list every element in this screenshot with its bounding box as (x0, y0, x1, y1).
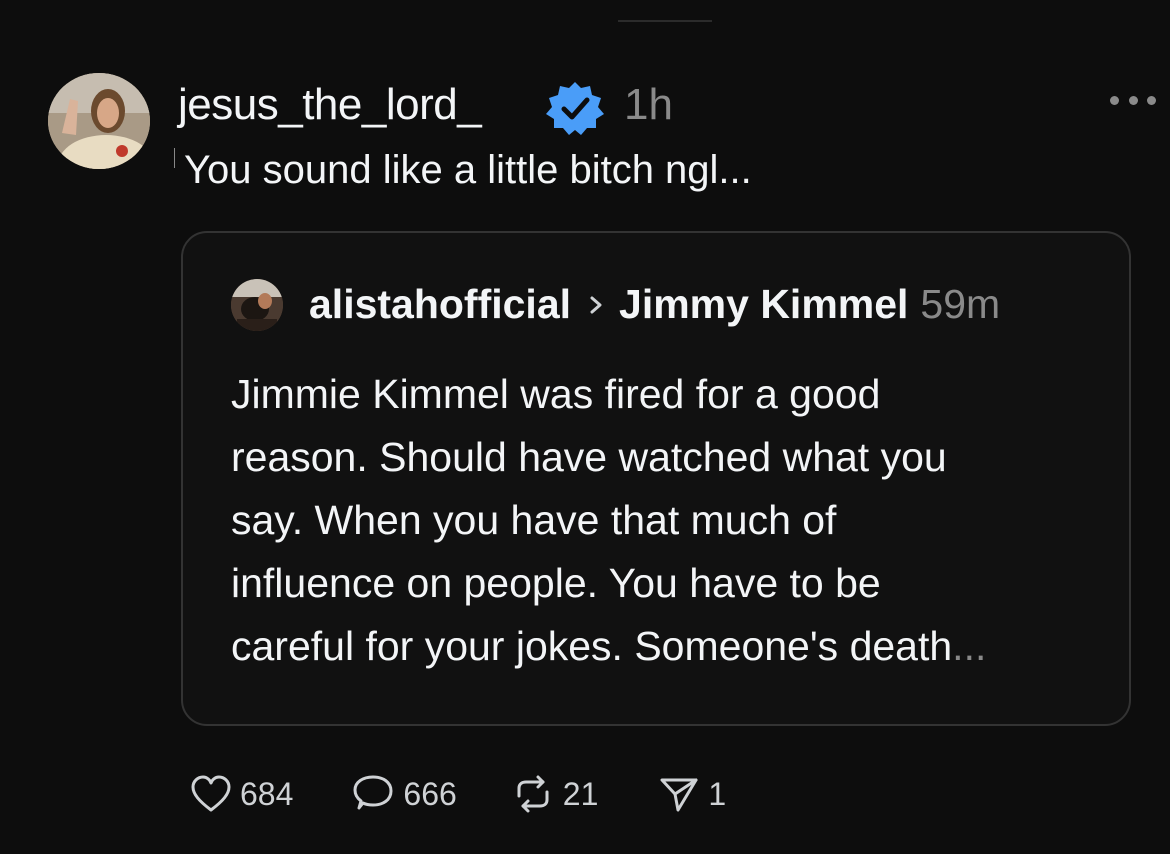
more-dot-icon (1110, 95, 1119, 105)
quoted-post-card[interactable]: alistahofficial Jimmy Kimmel 59m Jimmie … (181, 231, 1131, 726)
avatar[interactable] (48, 73, 150, 169)
truncation-ellipsis: ... (952, 623, 987, 669)
reply-count: 666 (403, 775, 457, 812)
repost-count: 21 (562, 775, 599, 812)
avatar-image (48, 73, 150, 169)
share-button[interactable]: 1 (658, 774, 726, 814)
more-options-button[interactable] (1110, 90, 1156, 110)
post-text: You sound like a little bitch ngl... (184, 148, 752, 192)
quoted-body: Jimmie Kimmel was fired for a good reaso… (231, 363, 1081, 678)
comment-icon (353, 775, 393, 810)
chevron-right-icon (590, 296, 602, 314)
quoted-body-line: influence on people. You have to be (231, 560, 881, 606)
share-count: 1 (708, 775, 727, 812)
quoted-avatar-image (231, 279, 283, 331)
like-count: 684 (240, 775, 294, 812)
send-icon (660, 778, 698, 812)
reply-button[interactable]: 666 (351, 774, 457, 814)
quoted-reply-to[interactable]: Jimmy Kimmel (619, 281, 908, 328)
repost-button[interactable]: 21 (511, 774, 599, 814)
post-username[interactable]: jesus_the_lord_ (178, 80, 482, 130)
quoted-username[interactable]: alistahofficial (309, 281, 571, 328)
like-button[interactable]: 684 (190, 775, 293, 813)
quoted-body-line: careful for your jokes. Someone's death (231, 623, 953, 669)
drag-handle (618, 20, 712, 22)
more-dot-icon (1147, 95, 1156, 105)
quoted-body-last-line: careful for your jokes. Someone's death.… (231, 615, 1081, 678)
quoted-avatar[interactable] (231, 279, 283, 331)
action-bar: 684 666 21 1 (190, 772, 726, 816)
post-timestamp: 1h (624, 80, 673, 129)
quoted-timestamp: 59m (920, 281, 1001, 327)
quoted-body-line: Jimmie Kimmel was fired for a good (231, 371, 881, 417)
more-dot-icon (1128, 95, 1138, 105)
quoted-body-line: say. When you have that much of (231, 497, 837, 543)
verified-badge-icon (546, 82, 604, 135)
repost-icon (517, 775, 549, 813)
quoted-body-line: reason. Should have watched what you (231, 434, 947, 480)
text-caret (174, 148, 175, 168)
heart-icon (191, 775, 231, 812)
quoted-header: alistahofficial Jimmy Kimmel 59m (309, 281, 1000, 328)
